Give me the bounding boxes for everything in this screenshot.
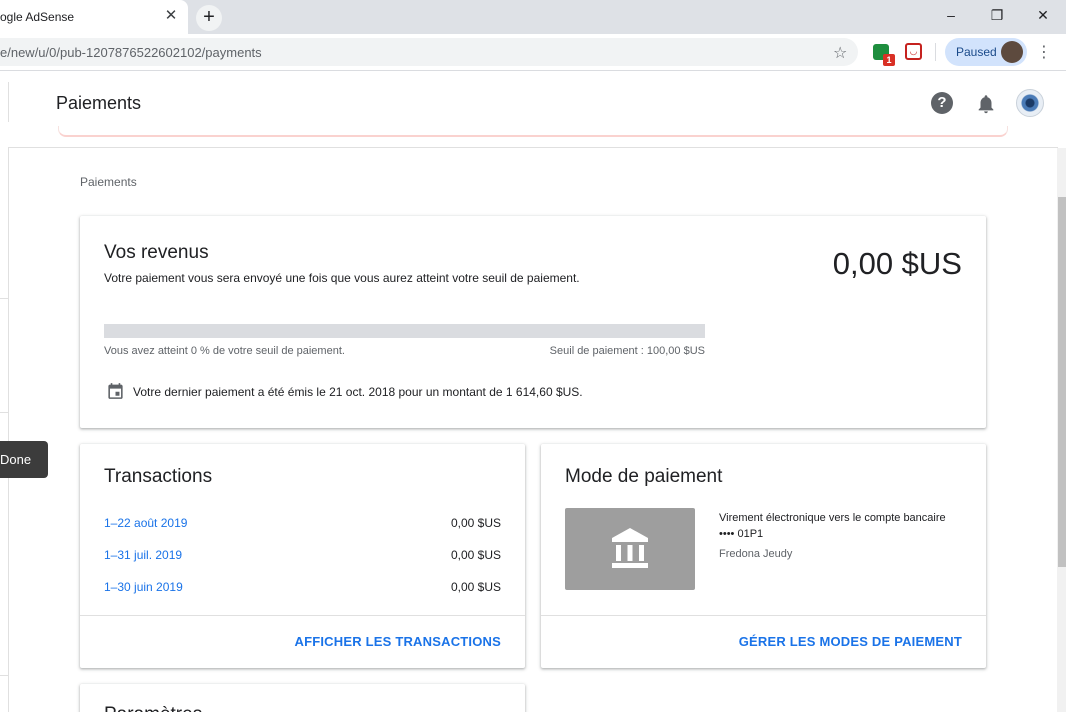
breadcrumb[interactable]: Paiements	[80, 175, 137, 189]
settings-card: Paramètres	[80, 684, 525, 712]
payment-method-card: Mode de paiement Virement électronique v…	[541, 444, 986, 668]
done-label: Done	[0, 452, 32, 467]
browser-menu-icon[interactable]: ⋮	[1036, 42, 1052, 62]
transactions-card: Transactions 1–22 août 2019 0,00 $US 1–3…	[80, 444, 525, 668]
transactions-title: Transactions	[104, 466, 213, 487]
done-tooltip[interactable]: Done	[0, 441, 48, 478]
payment-method-title: Mode de paiement	[565, 466, 723, 487]
scrollbar-thumb[interactable]	[1058, 197, 1066, 567]
transaction-amount: 0,00 $US	[450, 548, 501, 562]
page-title: Paiements	[56, 93, 142, 113]
transaction-row: 1–22 août 2019 0,00 $US	[104, 516, 501, 536]
transaction-period-link[interactable]: 1–22 août 2019	[104, 516, 187, 530]
transaction-amount: 0,00 $US	[450, 516, 501, 530]
rail-divider	[0, 298, 8, 299]
rail-divider	[0, 412, 8, 413]
transaction-amount: 0,00 $US	[450, 580, 501, 594]
left-nav-rail	[0, 148, 9, 712]
restore-icon[interactable]: ❐	[974, 4, 1020, 28]
help-icon[interactable]: ?	[931, 92, 953, 114]
revenue-card: Vos revenus Votre paiement vous sera env…	[80, 216, 986, 428]
pocket-extension-icon[interactable]: ◡	[905, 43, 922, 60]
bank-icon	[612, 528, 648, 568]
browser-tab-strip: ogle AdSense ✕ + – ❐ ✕	[0, 0, 1066, 34]
profile-status: Paused	[956, 45, 997, 59]
transaction-row: 1–30 juin 2019 0,00 $US	[104, 580, 501, 600]
payment-method-description: Virement électronique vers le compte ban…	[719, 512, 946, 540]
bank-image	[565, 508, 695, 590]
transaction-period-link[interactable]: 1–30 juin 2019	[104, 580, 183, 594]
account-holder: Fredona Jeudy	[719, 548, 793, 560]
new-tab-button[interactable]: +	[196, 5, 222, 31]
alert-banner-edge	[58, 126, 1008, 137]
threshold-text: Seuil de paiement : 100,00 $US	[549, 345, 705, 357]
header-rail-line	[8, 82, 9, 122]
card-divider	[541, 615, 986, 616]
minimize-icon[interactable]: –	[928, 4, 974, 28]
extension-badge: 1	[883, 54, 895, 66]
card-divider	[80, 615, 525, 616]
rail-divider	[0, 675, 8, 676]
revenue-amount: 0,00 $US	[832, 246, 962, 281]
settings-title: Paramètres	[104, 704, 202, 712]
bookmark-star-icon[interactable]: ☆	[833, 43, 847, 63]
profile-avatar	[1001, 41, 1023, 63]
browser-tab[interactable]: ogle AdSense ✕	[0, 0, 188, 34]
close-window-icon[interactable]: ✕	[1020, 4, 1066, 28]
header-divider	[8, 147, 1058, 148]
profile-button[interactable]: Paused	[945, 38, 1027, 66]
calendar-icon	[108, 383, 123, 399]
account-avatar[interactable]	[1016, 89, 1044, 117]
transaction-period-link[interactable]: 1–31 juil. 2019	[104, 548, 182, 562]
revenue-title: Vos revenus	[104, 242, 209, 263]
url-text[interactable]: e/new/u/0/pub-1207876522602102/payments	[0, 45, 262, 60]
tab-close-icon[interactable]: ✕	[162, 7, 180, 25]
view-transactions-button[interactable]: AFFICHER LES TRANSACTIONS	[295, 634, 502, 649]
manage-payment-methods-button[interactable]: GÉRER LES MODES DE PAIEMENT	[739, 634, 962, 649]
threshold-progress-bar	[104, 324, 705, 338]
revenue-description: Votre paiement vous sera envoyé une fois…	[104, 271, 580, 285]
tab-title: ogle AdSense	[0, 10, 75, 24]
notifications-bell-icon[interactable]	[975, 92, 997, 116]
transaction-row: 1–31 juil. 2019 0,00 $US	[104, 548, 501, 568]
last-payment-text: Votre dernier paiement a été émis le 21 …	[133, 385, 583, 399]
address-bar[interactable]: e/new/u/0/pub-1207876522602102/payments …	[0, 38, 858, 66]
toolbar-separator	[935, 43, 936, 61]
